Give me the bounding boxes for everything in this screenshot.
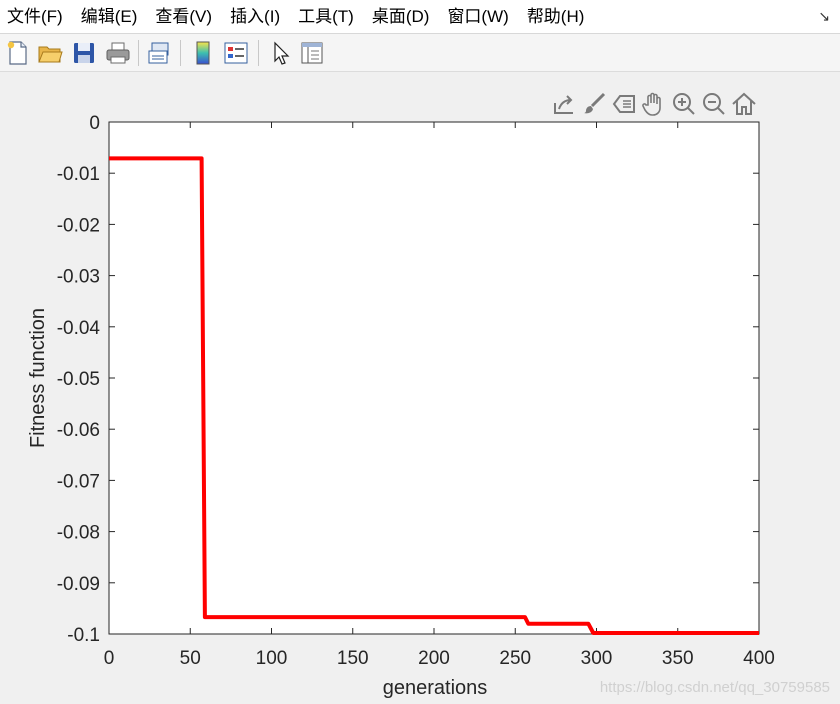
y-tick-label: -0.09 — [57, 574, 100, 595]
x-tick-label: 200 — [418, 648, 450, 669]
x-tick-label: 150 — [337, 648, 369, 669]
fitness-chart: 0 50 100 150 200 250 300 350 400 0 -0.01 -0.02 -0.0… — [27, 113, 775, 699]
x-tick-label: 50 — [180, 648, 201, 669]
watermark: https://blog.csdn.net/qq_30759585 — [599, 679, 830, 696]
y-tick-label: -0.07 — [57, 471, 100, 492]
y-tick-label: -0.08 — [57, 523, 100, 544]
x-tick-label: 300 — [581, 648, 613, 669]
x-tick-label: 0 — [104, 648, 115, 669]
y-tick-label: -0.04 — [57, 318, 101, 339]
plot-area — [108, 121, 760, 635]
x-tick-label: 100 — [256, 648, 288, 669]
y-tick-label: -0.02 — [57, 215, 100, 236]
x-tick-label: 350 — [662, 648, 694, 669]
y-tick-label: -0.01 — [57, 164, 100, 185]
y-axis-label: Fitness function — [27, 308, 49, 448]
x-tick-label: 250 — [499, 648, 531, 669]
y-tick-label: -0.05 — [57, 369, 100, 390]
y-tick-label: -0.03 — [57, 267, 100, 288]
y-tick-label: -0.1 — [67, 625, 100, 646]
x-tick-label: 400 — [743, 648, 775, 669]
x-axis-label: generations — [383, 677, 488, 699]
y-tick-label: -0.06 — [57, 420, 100, 441]
y-tick-label: 0 — [89, 113, 100, 134]
x-tick-labels: 0 50 100 150 200 250 300 350 400 — [104, 648, 775, 669]
y-tick-labels: 0 -0.01 -0.02 -0.03 -0.04 -0.05 -0.06 -0.07 -0.0… — [57, 113, 101, 646]
